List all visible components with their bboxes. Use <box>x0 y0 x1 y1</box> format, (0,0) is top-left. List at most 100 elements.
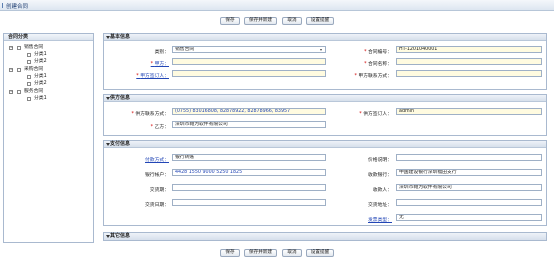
cancel-button[interactable]: 取消 <box>282 249 302 257</box>
input-value: 深圳市翱为软件有限公司 <box>399 185 452 190</box>
collapse-toggle-icon[interactable]: − <box>9 90 13 94</box>
tree-item[interactable]: 分类1 <box>34 52 47 57</box>
price-note-label: 价格说明： <box>368 158 392 163</box>
section-title: 供方信息 <box>110 95 131 101</box>
supplier-signer-input[interactable]: admin <box>396 108 542 115</box>
party-a-signer-input[interactable] <box>172 70 326 77</box>
payee-label: 收款人： <box>372 188 392 193</box>
other-info-header[interactable]: 其它信息 <box>104 233 546 240</box>
input-value: HT-1201040001 <box>399 47 438 52</box>
contract-no-label: * 合同编号： <box>332 48 392 55</box>
label-text: 乙方： <box>154 125 169 130</box>
set-reminder-button[interactable]: 设置提醒 <box>306 17 334 25</box>
delivery-address-label: 交货地址： <box>368 203 392 208</box>
label-text: 甲方联系方式： <box>358 74 392 79</box>
delivery-date-label: 交货日期： <box>145 203 169 208</box>
save-button[interactable]: 保存 <box>220 249 240 257</box>
label-text: 甲方签订人： <box>140 74 169 79</box>
group-checkbox[interactable] <box>17 46 21 50</box>
contract-name-input[interactable] <box>396 58 542 65</box>
delivery-period-label: 交货期： <box>149 188 169 193</box>
other-info-panel: 其它信息 <box>103 232 547 241</box>
supplier-contact-input[interactable]: (0755) 83016808, 82878922, 82878966, 839… <box>172 108 326 115</box>
window-titlebar: 创建合同 <box>0 0 554 11</box>
item-checkbox[interactable] <box>27 82 31 86</box>
delivery-date-input[interactable] <box>172 199 326 206</box>
contract-name-label: * 合同名称： <box>332 60 392 67</box>
label-text: 供方签订人： <box>363 112 392 117</box>
label-text: 甲方： <box>154 62 169 67</box>
save-and-new-button[interactable]: 保存并新建 <box>244 249 277 257</box>
price-note-input[interactable] <box>396 154 542 161</box>
top-toolbar: 保存 保存并新建 取消 设置提醒 <box>220 17 340 25</box>
collapse-arrow-icon <box>106 36 110 39</box>
party-a-label[interactable]: * 甲方： <box>124 60 169 67</box>
invoice-type-label[interactable]: 发票类型： <box>332 216 392 223</box>
section-title: 其它信息 <box>110 233 131 239</box>
item-checkbox[interactable] <box>27 97 31 101</box>
tree-item[interactable]: 分类1 <box>34 96 47 101</box>
sidebar-header: 合同分类 <box>4 34 93 41</box>
label-text: 合同名称： <box>368 62 392 67</box>
page-title: 创建合同 <box>6 4 29 10</box>
invoice-type-input[interactable]: 无 <box>396 214 542 221</box>
collapse-toggle-icon[interactable]: − <box>9 46 13 50</box>
label-text: 类别： <box>154 50 169 55</box>
basic-info-header[interactable]: 基本信息 <box>104 34 546 41</box>
party-b-label: * 乙方： <box>124 123 169 130</box>
save-button[interactable]: 保存 <box>220 17 240 25</box>
type-select[interactable]: 销售合同 ▾ <box>172 46 326 53</box>
tree-item[interactable]: 分类2 <box>34 59 47 64</box>
input-value: 银行转账 <box>175 155 195 160</box>
party-a-contact-label: * 甲方联系方式： <box>332 72 392 79</box>
supplier-info-header[interactable]: 供方信息 <box>104 95 546 102</box>
collapse-arrow-icon <box>106 143 110 146</box>
group-checkbox[interactable] <box>17 68 21 72</box>
item-checkbox[interactable] <box>27 53 31 57</box>
section-title: 基本信息 <box>110 34 131 40</box>
receiving-bank-label: 收款银行： <box>368 173 392 178</box>
chevron-down-icon: ▾ <box>320 47 323 52</box>
tree-item[interactable]: 分类2 <box>34 81 47 86</box>
tree-group-sales[interactable]: 销售合同 <box>24 45 43 50</box>
group-checkbox[interactable] <box>17 90 21 94</box>
payment-info-header[interactable]: 支付信息 <box>104 141 546 148</box>
tree-item[interactable]: 分类1 <box>34 74 47 79</box>
bottom-toolbar: 保存 保存并新建 取消 设置提醒 <box>220 249 340 257</box>
input-value: 4428 1550 9000 5250 1825 <box>175 170 243 175</box>
tree-group-service[interactable]: 服务合同 <box>24 89 43 94</box>
section-title: 支付信息 <box>110 141 131 147</box>
input-value: (0755) 83016808, 82878922, 82878966, 839… <box>175 109 291 114</box>
item-checkbox[interactable] <box>27 75 31 79</box>
label-text: 供方联系方式： <box>135 112 169 117</box>
label-text: 合同编号： <box>368 50 392 55</box>
save-and-new-button[interactable]: 保存并新建 <box>244 17 277 25</box>
party-a-signer-label[interactable]: * 甲方签订人： <box>114 72 169 79</box>
bank-account-input[interactable]: 4428 1550 9000 5250 1825 <box>172 169 326 176</box>
contract-no-input[interactable]: HT-1201040001 <box>396 46 542 53</box>
party-b-input[interactable]: 深圳市翱为软件有限公司 <box>172 121 326 128</box>
party-a-contact-input[interactable] <box>396 70 542 77</box>
collapse-arrow-icon <box>106 235 110 238</box>
category-sidebar: 合同分类 − 销售合同 分类1 分类2 − 采购合同 分类1 分类2 − 服务合… <box>3 33 94 243</box>
party-a-input[interactable] <box>172 58 326 65</box>
set-reminder-button[interactable]: 设置提醒 <box>306 249 334 257</box>
tree-group-purchase[interactable]: 采购合同 <box>24 67 43 72</box>
supplier-signer-label: * 供方签订人： <box>332 110 392 117</box>
payee-input[interactable]: 深圳市翱为软件有限公司 <box>396 184 542 191</box>
receiving-bank-input[interactable]: 中国建设银行深圳福田支行 <box>396 169 542 176</box>
input-value: 无 <box>399 215 404 220</box>
item-checkbox[interactable] <box>27 60 31 64</box>
payment-method-label[interactable]: 付款方式： <box>119 156 169 163</box>
cancel-button[interactable]: 取消 <box>282 17 302 25</box>
collapse-toggle-icon[interactable]: − <box>9 68 13 72</box>
type-label: 类别： <box>124 48 169 55</box>
payment-method-input[interactable]: 银行转账 <box>172 154 326 161</box>
payment-info-panel: 支付信息 付款方式： 银行转账 银行帐户： 4428 1550 9000 525… <box>103 140 547 226</box>
select-value: 销售合同 <box>175 47 195 52</box>
delivery-address-input[interactable] <box>396 199 542 206</box>
title-mark-icon <box>2 3 5 8</box>
input-value: 深圳市翱为软件有限公司 <box>175 122 228 127</box>
bank-account-label: 银行帐户： <box>145 173 169 178</box>
delivery-period-input[interactable] <box>172 184 326 191</box>
